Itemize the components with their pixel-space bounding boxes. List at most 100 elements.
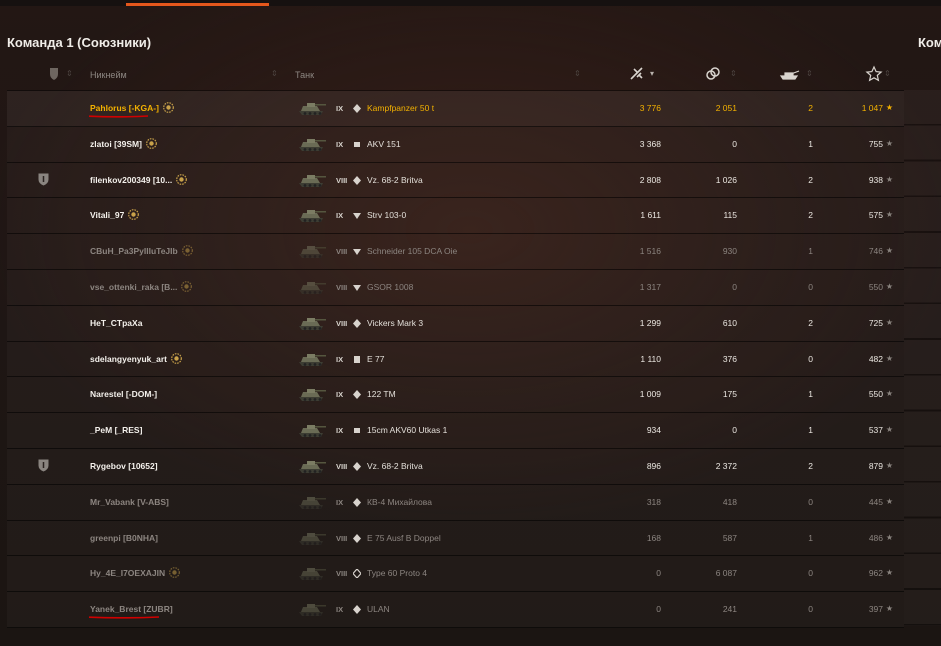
tank-tier: VIII xyxy=(336,569,348,579)
player-nickname[interactable]: Vitali_97 xyxy=(90,210,124,221)
star-icon: ★ xyxy=(885,317,893,327)
damage-value: 2 808 xyxy=(639,174,661,185)
xp-value: 746 xyxy=(868,246,883,257)
player-nickname[interactable]: greenpi [B0NHA] xyxy=(90,533,158,544)
tank-tier: IX xyxy=(336,426,344,436)
player-nickname[interactable]: Pahlorus [-KGA-] xyxy=(90,103,159,114)
table-row[interactable]: Vitali_97 IX Strv 103-0 1 611 115 2 575 ★ xyxy=(7,198,904,235)
assist-value: 115 xyxy=(723,210,737,221)
damage-value: 0 xyxy=(656,604,661,615)
tank-tier: IX xyxy=(336,497,344,507)
table-row[interactable]: zlatoi [39SM] IX AKV 151 3 368 0 1 755 ★ xyxy=(7,127,904,163)
kills-icon[interactable] xyxy=(779,65,801,83)
team-table: ⇕ Никнейм ⇕ Танк ⇕ ▾ ⇕ ⇕ ⇕ Pahlorus [-KG… xyxy=(7,60,904,628)
tank-tier: IX xyxy=(336,139,344,149)
heavy-tank-class-icon xyxy=(354,141,360,147)
tank-name: E 75 Ausf B Doppel xyxy=(367,532,441,543)
player-nickname[interactable]: filenkov200349 [10... xyxy=(90,175,172,186)
platoon-column-icon[interactable] xyxy=(49,67,59,81)
player-nickname[interactable]: vse_ottenki_raka [B... xyxy=(90,282,177,293)
damage-value: 1 299 xyxy=(639,317,661,328)
tank-destroyer-class-icon xyxy=(353,284,361,291)
assist-value: 376 xyxy=(722,353,737,364)
tank-thumbnail xyxy=(299,532,326,545)
top-tab-bar xyxy=(0,0,941,6)
sort-arrows-icon[interactable]: ⇕ xyxy=(574,69,581,78)
tank-thumbnail xyxy=(299,246,326,259)
mastery-badge-icon xyxy=(169,567,181,579)
player-nickname[interactable]: Narestel [-DOM-] xyxy=(90,389,157,400)
kills-value: 1 xyxy=(808,138,813,149)
table-row[interactable]: Pahlorus [-KGA-] IX Kampfpanzer 50 t 3 776 2… xyxy=(7,91,904,127)
platoon-shield-icon xyxy=(38,173,49,186)
column-tank[interactable]: Танк xyxy=(295,70,314,80)
tank-tier: VIII xyxy=(336,533,348,543)
player-list: Pahlorus [-KGA-] IX Kampfpanzer 50 t 3 776 2… xyxy=(7,91,904,628)
damage-value: 318 xyxy=(646,496,661,507)
sort-arrows-icon[interactable]: ⇕ xyxy=(271,69,278,78)
tank-destroyer-class-icon xyxy=(353,249,361,256)
table-row[interactable]: Mr_Vabank [V-ABS] IX КВ-4 Михайлова 318 418 0… xyxy=(7,485,904,521)
enemy-team-title: Ком xyxy=(918,35,941,50)
table-row[interactable]: filenkov200349 [10... VIII Vz. 68-2 Britva… xyxy=(7,163,904,199)
sort-arrows-icon[interactable]: ⇕ xyxy=(730,69,737,78)
table-row[interactable]: Yanek_Brest [ZUBR] IX ULAN 0 241 0 397 ★ xyxy=(7,592,904,628)
assist-value: 587 xyxy=(722,532,737,543)
damage-icon[interactable] xyxy=(628,65,646,83)
player-nickname[interactable]: CBuH_Pa3PyIIIuTeJIb xyxy=(90,246,178,257)
assist-value: 0 xyxy=(732,425,737,436)
mastery-badge-icon xyxy=(163,102,174,113)
tank-tier: VIII xyxy=(336,175,348,185)
column-nickname[interactable]: Никнейм xyxy=(90,70,127,80)
sort-arrows-icon[interactable]: ⇕ xyxy=(806,69,813,78)
assist-icon[interactable] xyxy=(704,65,722,83)
tank-thumbnail xyxy=(299,425,326,438)
xp-value: 725 xyxy=(868,317,883,328)
sort-arrows-icon[interactable]: ⇕ xyxy=(66,69,73,78)
damage-value: 896 xyxy=(646,460,661,471)
table-row[interactable]: Narestel [-DOM-] IX 122 TM 1 009 175 1 550 ★ xyxy=(7,377,904,414)
table-row[interactable]: HeT_CTpaXa VIII Vickers Mark 3 1 299 610 2 725… xyxy=(7,306,904,342)
table-row[interactable]: sdelangyenyuk_art IX E 77 1 110 376 0 482 ★ xyxy=(7,342,904,378)
table-row[interactable]: CBuH_Pa3PyIIIuTeJIb VIII Schneider 105 DCA… xyxy=(7,234,904,270)
sort-arrows-icon[interactable]: ⇕ xyxy=(884,69,891,78)
sort-desc-icon[interactable]: ▾ xyxy=(650,69,654,78)
player-nickname[interactable]: Mr_Vabank [V-ABS] xyxy=(90,497,169,508)
kills-value: 2 xyxy=(808,460,813,471)
table-row[interactable]: Hy_4E_I7OEXAJIN VIII Type 60 Proto 4 0 6 087… xyxy=(7,556,904,593)
player-nickname[interactable]: Yanek_Brest [ZUBR] xyxy=(90,604,173,615)
assist-value: 0 xyxy=(732,281,737,292)
table-row[interactable]: vse_ottenki_raka [B... VIII GSOR 1008 1 317… xyxy=(7,270,904,306)
tank-name: Kampfpanzer 50 t xyxy=(367,103,435,113)
player-nickname[interactable]: HeT_CTpaXa xyxy=(90,318,142,329)
mastery-badge-icon xyxy=(181,245,193,257)
tank-tier: VIII xyxy=(336,461,348,471)
mastery-badge-icon xyxy=(176,173,188,185)
table-row[interactable]: Rygebov [10652] VIII Vz. 68-2 Britva 896 2 3… xyxy=(7,449,904,485)
player-nickname[interactable]: Rygebov [10652] xyxy=(90,461,158,472)
player-nickname[interactable]: Hy_4E_I7OEXAJIN xyxy=(90,568,165,579)
player-nickname[interactable]: sdelangyenyuk_art xyxy=(90,354,167,365)
artillery-class-icon xyxy=(354,355,360,363)
assist-value: 930 xyxy=(722,246,737,257)
enemy-team-table-edge xyxy=(904,90,941,626)
kills-value: 0 xyxy=(808,353,813,364)
player-nickname[interactable]: _PeM [_RES] xyxy=(90,425,142,436)
table-row[interactable]: greenpi [B0NHA] VIII E 75 Ausf B Doppel 168… xyxy=(7,521,904,557)
star-icon[interactable] xyxy=(865,65,883,83)
heavy-tank-class-icon xyxy=(354,428,360,434)
medium-tank-class-icon xyxy=(353,497,361,507)
tank-thumbnail xyxy=(299,389,326,402)
damage-value: 1 317 xyxy=(639,281,661,292)
kills-value: 1 xyxy=(808,425,813,436)
player-nickname[interactable]: zlatoi [39SM] xyxy=(90,139,142,150)
tank-name: AKV 151 xyxy=(367,138,401,149)
star-icon: ★ xyxy=(885,532,893,542)
tank-thumbnail xyxy=(299,496,326,509)
tank-tier: VIII xyxy=(336,282,348,292)
table-row[interactable]: _PeM [_RES] IX 15cm AKV60 Utkas 1 934 0 1 537 ★ xyxy=(7,413,904,449)
star-icon: ★ xyxy=(885,246,893,256)
star-icon: ★ xyxy=(885,138,893,148)
assist-value: 2 051 xyxy=(715,103,737,113)
tank-name: Vz. 68-2 Britva xyxy=(367,174,423,185)
